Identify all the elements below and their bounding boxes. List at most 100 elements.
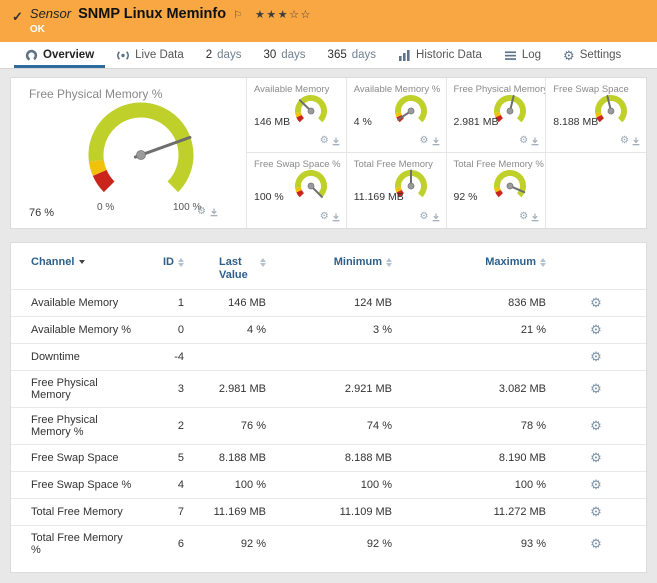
cell-channel: Free Physical Memory % (11, 407, 138, 445)
log-icon (504, 50, 516, 60)
cell-min: 100 % (272, 471, 398, 499)
channel-row: Total Free Memory 7 11.169 MB 11.109 MB 11.2… (11, 498, 646, 526)
pin-icon[interactable] (432, 213, 440, 222)
cell-max (398, 343, 552, 371)
gear-icon[interactable]: ⚙ (197, 207, 206, 217)
mini-gauge-cell[interactable]: Total Free Memory % 92 % ⚙ (447, 153, 547, 228)
status-badge: OK (29, 24, 45, 35)
main-gauge-dial (88, 102, 194, 193)
gear-icon[interactable]: ⚙ (320, 212, 329, 222)
channel-row: Available Memory 1 146 MB 124 MB 836 MB ⚙ (11, 289, 646, 317)
cell-last: 11.169 MB (190, 498, 272, 526)
channel-settings-gear-icon[interactable]: ⚙ (590, 418, 602, 433)
column-header-last[interactable]: Last Value (190, 249, 272, 290)
tab-365-days[interactable]: 365 days (317, 42, 387, 68)
tab-label: days (217, 49, 242, 61)
cell-actions: ⚙ (552, 316, 646, 344)
gauge-min-label: 0 % (97, 202, 115, 213)
channel-settings-gear-icon[interactable]: ⚙ (590, 322, 602, 337)
column-header-max[interactable]: Maximum (398, 249, 552, 290)
tab-live-data[interactable]: Live Data (105, 42, 195, 68)
gear-icon: ⚙ (563, 47, 575, 63)
cell-min: 124 MB (272, 289, 398, 317)
mini-gauge-cell[interactable]: Free Physical Memory 2.981 MB ⚙ (446, 78, 547, 153)
tab-label: days (281, 49, 306, 61)
mini-gauge-cell[interactable]: Free Swap Space % 100 % ⚙ (247, 153, 347, 228)
sort-toggle-icon (386, 258, 392, 267)
tab-2-days[interactable]: 2 days (195, 42, 253, 68)
column-header-channel[interactable]: Channel (11, 249, 138, 290)
gear-icon[interactable]: ⚙ (620, 136, 629, 146)
gear-icon[interactable]: ⚙ (420, 136, 429, 146)
mini-gauge-actions: ⚙ (420, 136, 440, 146)
channel-settings-gear-icon[interactable]: ⚙ (590, 536, 602, 551)
cell-max: 836 MB (398, 289, 552, 317)
channels-table: Channel ID Last Value Minimum Maximum Availa… (11, 249, 646, 562)
cell-min: 2.921 MB (272, 370, 398, 408)
pin-icon[interactable] (332, 137, 340, 146)
channel-settings-gear-icon[interactable]: ⚙ (590, 349, 602, 364)
cell-last: 92 % (190, 525, 272, 562)
tab-settings[interactable]: ⚙ Settings (552, 42, 632, 68)
cell-actions: ⚙ (552, 343, 646, 371)
channel-settings-gear-icon[interactable]: ⚙ (590, 381, 602, 396)
cell-channel: Free Physical Memory (11, 370, 138, 408)
column-label: Maximum (485, 256, 536, 268)
sensor-header: ✓ Sensor SNMP Linux Meminfo ⚐ ★★★☆☆ OK (0, 0, 657, 42)
pin-icon[interactable] (632, 137, 640, 146)
tab-30-days[interactable]: 30 days (252, 42, 316, 68)
gear-icon[interactable]: ⚙ (420, 212, 429, 222)
channel-settings-gear-icon[interactable]: ⚙ (590, 504, 602, 519)
historic-data-icon (399, 49, 410, 61)
column-label: Channel (31, 256, 75, 268)
cell-min: 92 % (272, 525, 398, 562)
tab-overview[interactable]: Overview (14, 42, 105, 68)
tab-label: Live Data (135, 49, 184, 61)
cell-min: 8.188 MB (272, 444, 398, 472)
column-header-id[interactable]: ID (138, 249, 190, 290)
column-header-actions (552, 249, 646, 290)
channel-settings-gear-icon[interactable]: ⚙ (590, 477, 602, 492)
cell-channel: Available Memory (11, 289, 138, 317)
pin-icon[interactable] (210, 208, 218, 217)
tab-log[interactable]: Log (493, 42, 552, 68)
cell-min (272, 343, 398, 371)
tab-label: Settings (579, 49, 622, 61)
channel-row: Free Physical Memory % 2 76 % 74 % 78 % ⚙ (11, 407, 646, 445)
mini-gauge-cell[interactable]: Free Swap Space 8.188 MB ⚙ (546, 78, 646, 153)
channel-settings-gear-icon[interactable]: ⚙ (590, 450, 602, 465)
pin-icon[interactable] (332, 213, 340, 222)
cell-id: 7 (138, 498, 190, 526)
table-header-row: Channel ID Last Value Minimum Maximum (11, 249, 646, 290)
cell-min: 74 % (272, 407, 398, 445)
cell-max: 8.190 MB (398, 444, 552, 472)
cell-actions: ⚙ (552, 471, 646, 499)
priority-stars[interactable]: ★★★☆☆ (255, 8, 312, 21)
mini-gauge-cell[interactable]: Total Free Memory 11.169 MB ⚙ (347, 153, 447, 228)
gear-icon[interactable]: ⚙ (519, 212, 528, 222)
column-header-min[interactable]: Minimum (272, 249, 398, 290)
column-label: ID (163, 256, 174, 268)
channel-settings-gear-icon[interactable]: ⚙ (590, 295, 602, 310)
channel-row: Downtime -4 ⚙ (11, 343, 646, 371)
cell-id: 3 (138, 370, 190, 408)
mini-gauge-cell[interactable]: Available Memory % 4 % ⚙ (346, 78, 447, 153)
mini-gauge-dial (394, 95, 427, 123)
tab-bar: Overview Live Data 2 days 30 days 365 days Histo… (0, 42, 657, 69)
live-data-icon (117, 50, 130, 60)
mini-gauge-cell[interactable]: Available Memory 146 MB ⚙ (247, 78, 347, 153)
cell-last: 76 % (190, 407, 272, 445)
pin-icon[interactable] (432, 137, 440, 146)
tab-historic-data[interactable]: Historic Data (387, 42, 493, 68)
cell-last: 100 % (190, 471, 272, 499)
cell-id: -4 (138, 343, 190, 371)
gear-icon[interactable]: ⚙ (320, 136, 329, 146)
channels-table-panel: Channel ID Last Value Minimum Maximum Availa… (10, 242, 647, 573)
tab-number: 365 (327, 49, 347, 61)
object-kind-label: Sensor (29, 6, 72, 21)
column-label: Last Value (219, 256, 248, 281)
pin-icon[interactable] (531, 137, 539, 146)
pin-icon[interactable] (531, 213, 539, 222)
cell-id: 5 (138, 444, 190, 472)
gear-icon[interactable]: ⚙ (519, 136, 528, 146)
